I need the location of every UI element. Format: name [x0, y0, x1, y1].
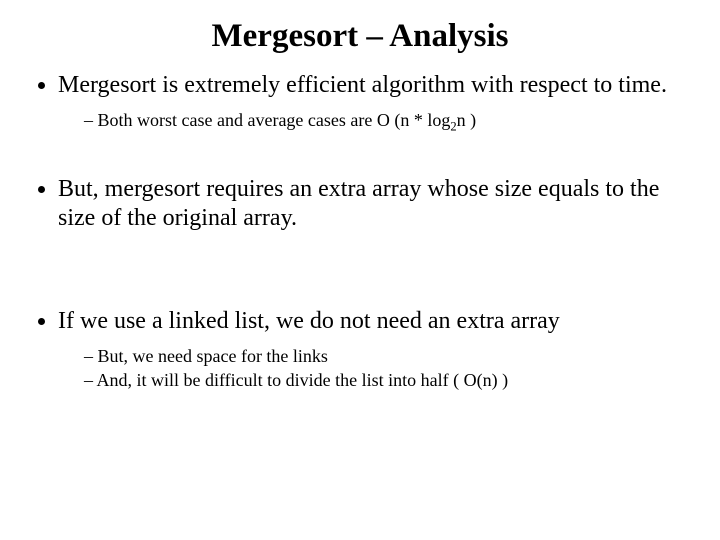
bullet-1-sub-1-b: n ): [457, 110, 477, 130]
slide: Mergesort – Analysis Mergesort is extrem…: [0, 0, 720, 540]
bullet-2-text: But, mergesort requires an extra array w…: [58, 176, 659, 231]
spacer: [58, 239, 690, 267]
bullet-2: But, mergesort requires an extra array w…: [58, 175, 690, 233]
bullet-list: Mergesort is extremely efficient algorit…: [30, 71, 690, 392]
spacer: [58, 273, 690, 301]
bullet-3-sub-2: And, it will be difficult to divide the …: [84, 368, 690, 392]
spacer: [58, 141, 690, 169]
bullet-1-sublist: Both worst case and average cases are O …: [58, 108, 690, 136]
bullet-3-sub-2-text: And, it will be difficult to divide the …: [97, 370, 509, 390]
bullet-1-text: Mergesort is extremely efficient algorit…: [58, 72, 667, 98]
bullet-3-sub-1-text: But, we need space for the links: [98, 346, 328, 366]
bullet-1-sub-1-a: Both worst case and average cases are O …: [98, 110, 451, 130]
slide-title: Mergesort – Analysis: [30, 18, 690, 55]
bullet-3: If we use a linked list, we do not need …: [58, 307, 690, 392]
bullet-3-text: If we use a linked list, we do not need …: [58, 308, 560, 334]
bullet-1-sub-1: Both worst case and average cases are O …: [84, 108, 690, 136]
bullet-3-sublist: But, we need space for the links And, it…: [58, 344, 690, 393]
bullet-3-sub-1: But, we need space for the links: [84, 344, 690, 368]
bullet-1: Mergesort is extremely efficient algorit…: [58, 71, 690, 135]
